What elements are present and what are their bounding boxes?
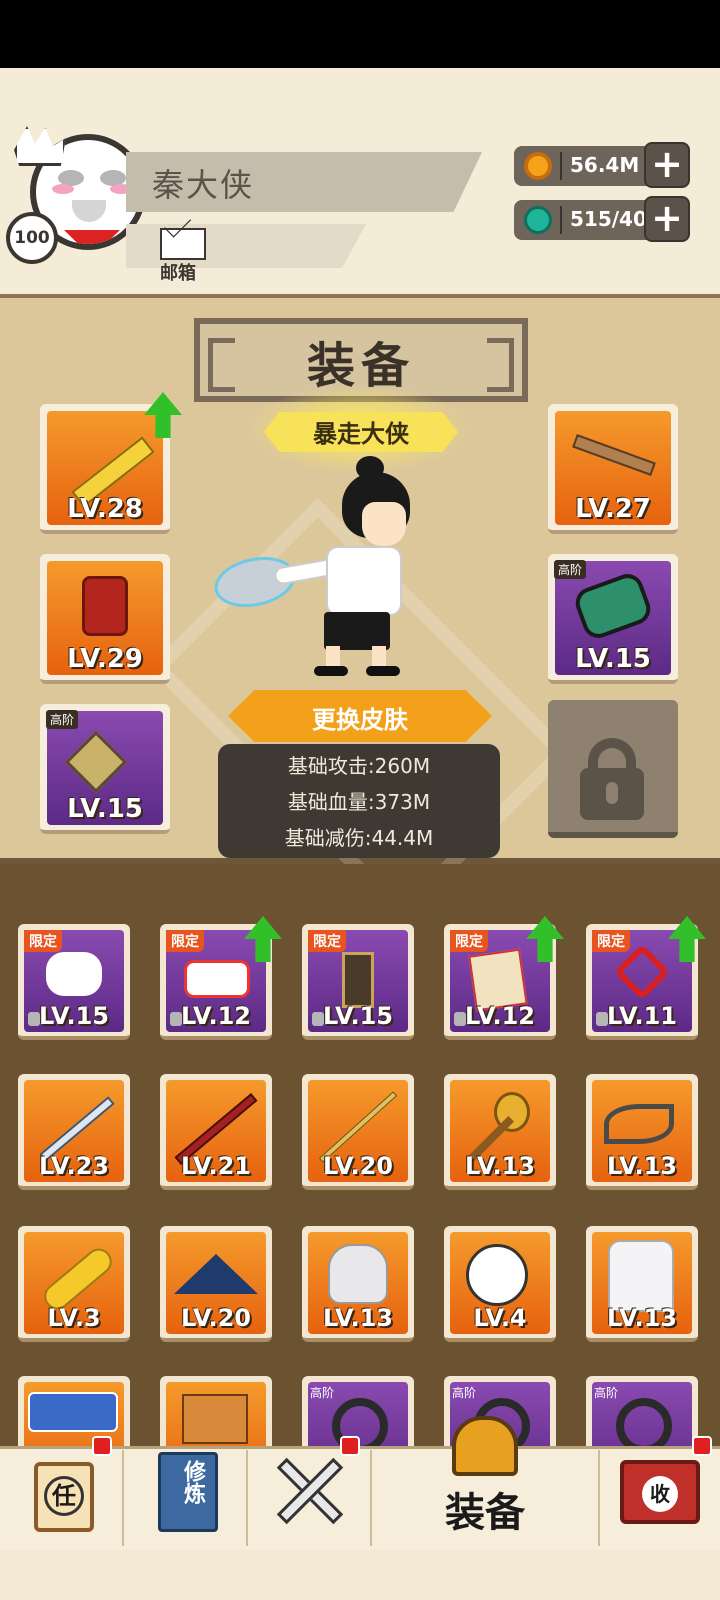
- coin-value: 56.4M: [570, 153, 640, 177]
- inventory-item[interactable]: 限定 LV.15: [18, 924, 130, 1040]
- inventory-item[interactable]: 限定 LV.12: [160, 924, 272, 1040]
- nav-task-label: 任: [44, 1476, 84, 1516]
- status-bar: [0, 0, 720, 68]
- item-level: LV.15: [39, 1002, 109, 1030]
- equip-level: LV.15: [67, 794, 143, 824]
- limited-tag: 限定: [592, 930, 630, 952]
- equip-level: LV.28: [67, 494, 143, 524]
- equip-slot-key[interactable]: LV.27: [548, 404, 678, 534]
- equip-slot-bracer[interactable]: 高阶 LV.15: [548, 554, 678, 684]
- nav-collect-button[interactable]: 收: [600, 1436, 720, 1550]
- equip-slot-weapon[interactable]: LV.28: [40, 404, 170, 534]
- item-level: LV.13: [323, 1304, 393, 1332]
- stat-defense: 基础减伤:44.4M: [284, 826, 434, 850]
- notification-badge: [340, 1436, 360, 1456]
- item-level: LV.21: [181, 1152, 251, 1180]
- item-level: LV.12: [181, 1002, 251, 1030]
- hero-character[interactable]: [209, 456, 454, 682]
- inventory-item[interactable]: LV.20: [302, 1074, 414, 1190]
- nav-cultivate-label: 修炼: [180, 1460, 205, 1504]
- item-level: LV.3: [47, 1304, 101, 1332]
- snack-pack-icon: [184, 960, 250, 998]
- item-level: LV.13: [465, 1152, 535, 1180]
- gem-icon: [524, 206, 552, 234]
- inventory-item[interactable]: LV.13: [586, 1074, 698, 1190]
- helmet-nav-icon: [452, 1416, 518, 1476]
- tshirt-icon: [182, 1394, 248, 1444]
- skin-name: 暴走大侠: [313, 420, 409, 448]
- tier-tag: 高阶: [310, 1386, 335, 1400]
- gem-value: 515/40: [570, 207, 647, 231]
- inventory-item[interactable]: LV.4: [444, 1226, 556, 1342]
- item-level: LV.13: [607, 1152, 677, 1180]
- equip-level: LV.27: [575, 494, 651, 524]
- stat-health: 基础血量:373M: [287, 790, 431, 814]
- nav-equipment-button[interactable]: 装备: [372, 1416, 598, 1550]
- tier-tag: 高阶: [46, 710, 79, 729]
- inventory-item[interactable]: LV.13: [302, 1226, 414, 1342]
- coin-icon: [524, 152, 552, 180]
- inventory-item[interactable]: LV.23: [18, 1074, 130, 1190]
- equip-slot-armor[interactable]: LV.29: [40, 554, 170, 684]
- item-level: LV.20: [323, 1152, 393, 1180]
- lock-keyhole: [606, 782, 618, 804]
- item-level: LV.12: [465, 1002, 535, 1030]
- nav-battle-button[interactable]: [248, 1436, 370, 1550]
- inventory-item[interactable]: LV.21: [160, 1074, 272, 1190]
- inventory-item[interactable]: LV.13: [444, 1074, 556, 1190]
- limited-tag: 限定: [166, 930, 204, 952]
- toilet-paper-icon: [46, 952, 102, 996]
- inventory-item[interactable]: LV.20: [160, 1226, 272, 1342]
- notification-badge: [92, 1436, 112, 1456]
- nav-collect-label: 收: [642, 1476, 678, 1512]
- nav-cultivate-button[interactable]: 修炼: [124, 1446, 246, 1550]
- system-navigation-bar: [0, 1550, 720, 1600]
- tier-tag: 高阶: [452, 1386, 477, 1400]
- stat-attack: 基础攻击:260M: [287, 754, 431, 778]
- item-level: LV.4: [473, 1304, 527, 1332]
- item-level: LV.20: [181, 1304, 251, 1332]
- limited-tag: 限定: [24, 930, 62, 952]
- player-name: 秦大侠: [152, 166, 255, 204]
- inventory-item[interactable]: LV.3: [18, 1226, 130, 1342]
- helmet-icon: [328, 1244, 388, 1304]
- mail-label[interactable]: 邮箱: [160, 259, 196, 285]
- talisman-banner-icon: [342, 952, 374, 1008]
- item-level: LV.13: [607, 1304, 677, 1332]
- screaming-face-icon: [466, 1244, 528, 1306]
- item-level: LV.11: [607, 1002, 677, 1030]
- equip-slot-necklace[interactable]: 高阶 LV.15: [40, 704, 170, 834]
- equip-level: LV.29: [67, 644, 143, 674]
- player-level-badge: 100: [6, 212, 58, 264]
- scissors-icon: [604, 1104, 674, 1144]
- inventory-item[interactable]: 限定 LV.15: [302, 924, 414, 1040]
- add-coins-button[interactable]: +: [644, 142, 690, 188]
- tier-tag: 高阶: [554, 560, 587, 579]
- item-level: LV.15: [323, 1002, 393, 1030]
- hoodie-icon: [608, 1240, 674, 1312]
- nav-task-button[interactable]: 任: [0, 1436, 122, 1550]
- limited-tag: 限定: [450, 930, 488, 952]
- inventory-item[interactable]: LV.13: [586, 1226, 698, 1342]
- add-gems-button[interactable]: +: [644, 196, 690, 242]
- tier-tag: 高阶: [594, 1386, 619, 1400]
- mail-icon[interactable]: [160, 228, 206, 260]
- shoulder-armor-icon: [28, 1392, 118, 1432]
- item-level: LV.23: [39, 1152, 109, 1180]
- limited-tag: 限定: [308, 930, 346, 952]
- armor-icon: [82, 576, 128, 636]
- equip-level: LV.15: [575, 644, 651, 674]
- notification-badge: [692, 1436, 712, 1456]
- change-skin-button[interactable]: 更换皮肤: [228, 700, 492, 735]
- nav-equipment-label: 装备: [445, 1490, 525, 1536]
